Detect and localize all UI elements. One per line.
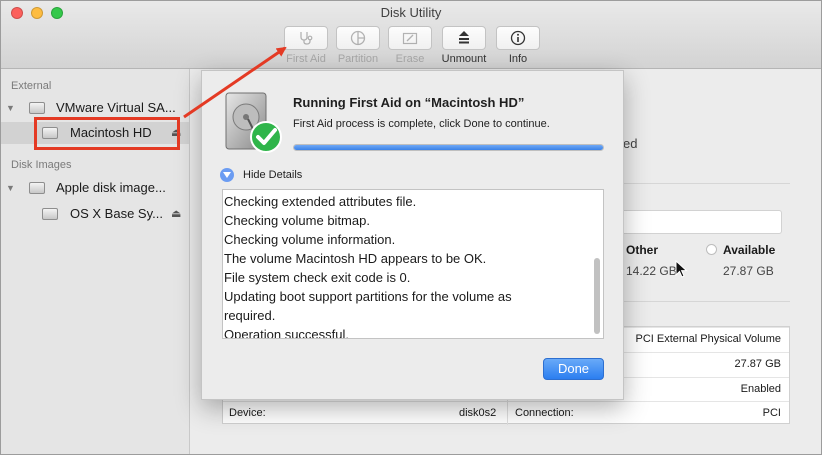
stethoscope-icon	[300, 32, 313, 45]
other-value: 14.22 GB	[626, 264, 677, 278]
log-line: Checking volume bitmap.	[224, 213, 370, 228]
other-label: Other	[626, 243, 659, 257]
sidebar-item-os-x-base-system[interactable]: OS X Base Sy... ⏏	[1, 203, 189, 225]
log-line: required.	[224, 308, 276, 323]
log-line: The volume Macintosh HD appears to be OK…	[224, 251, 487, 266]
info-table-row: Device: disk0s2 Connection: PCI	[223, 401, 789, 424]
sidebar-item-label: VMware Virtual SA...	[56, 100, 176, 115]
info-value: 27.87 GB	[734, 358, 781, 370]
done-button[interactable]: Done	[543, 358, 604, 380]
unmount-icon	[459, 31, 469, 44]
sheet-subtitle: First Aid process is complete, click Don…	[293, 118, 550, 130]
sheet-title: Running First Aid on “Macintosh HD”	[293, 95, 525, 110]
volume-icon	[42, 208, 58, 220]
hard-drive-check-icon	[225, 92, 282, 153]
first-aid-sheet: Running First Aid on “Macintosh HD” Firs…	[201, 70, 624, 400]
info-label: Connection:	[515, 407, 574, 419]
log-line: File system check exit code is 0.	[224, 270, 411, 285]
sidebar-item-vmware-disk[interactable]: ▼ VMware Virtual SA...	[1, 97, 189, 119]
log-line: Operation successful.	[224, 327, 350, 339]
usage-bar	[621, 210, 782, 234]
log-line: Checking extended attributes file.	[224, 194, 417, 209]
unmount-button[interactable]	[442, 26, 486, 50]
info-value: Enabled	[740, 383, 781, 395]
info-icon	[510, 30, 526, 46]
log-scrollbar[interactable]	[594, 258, 600, 334]
available-label: Available	[723, 243, 776, 257]
sidebar-item-label: Apple disk image...	[56, 180, 166, 195]
disclosure-triangle-icon[interactable]: ▼	[6, 103, 15, 113]
drive-icon	[29, 102, 45, 114]
info-button[interactable]	[496, 26, 540, 50]
divider	[623, 183, 790, 184]
info-value: PCI	[762, 407, 781, 419]
log-lines: Checking extended attributes file. Checki…	[224, 192, 589, 339]
progress-bar-fill	[294, 145, 603, 150]
first-aid-label: First Aid	[286, 53, 326, 65]
disclosure-triangle-icon[interactable]	[220, 168, 234, 182]
title-bar: Disk Utility First Aid Partition Erase U…	[1, 1, 821, 69]
eject-icon[interactable]: ⏏	[171, 207, 181, 220]
erase-button[interactable]	[388, 26, 432, 50]
first-aid-button[interactable]	[284, 26, 328, 50]
background-partial-text: ed	[623, 136, 638, 151]
partition-label: Partition	[337, 53, 379, 65]
details-log[interactable]: Checking extended attributes file. Checki…	[222, 189, 604, 339]
sidebar-item-apple-disk-image[interactable]: ▼ Apple disk image...	[1, 177, 189, 199]
erase-tool[interactable]: Erase	[387, 26, 433, 65]
sidebar-header-external: External	[11, 80, 52, 92]
hide-details-toggle[interactable]: Hide Details	[220, 167, 302, 183]
sidebar-header-disk-images: Disk Images	[11, 159, 72, 171]
log-line: Updating boot support partitions for the…	[224, 289, 512, 304]
divider	[623, 301, 790, 302]
log-line: Checking volume information.	[224, 232, 396, 247]
available-swatch	[706, 244, 717, 255]
info-value: PCI External Physical Volume	[635, 333, 781, 345]
progress-bar	[293, 144, 604, 151]
info-value: disk0s2	[459, 407, 497, 419]
erase-pencil-icon	[402, 32, 418, 45]
hide-details-label: Hide Details	[243, 169, 303, 181]
partition-pie-icon	[350, 30, 366, 46]
partition-button[interactable]	[336, 26, 380, 50]
info-label: Device:	[229, 407, 266, 419]
mouse-cursor-icon	[675, 260, 688, 278]
partition-tool[interactable]: Partition	[335, 26, 381, 65]
disk-utility-window: Disk Utility First Aid Partition Erase U…	[0, 0, 822, 455]
unmount-tool[interactable]: Unmount	[441, 26, 487, 65]
sidebar-item-label: OS X Base Sy...	[70, 206, 163, 221]
annotation-highlight-box	[34, 117, 180, 150]
available-value: 27.87 GB	[723, 264, 774, 278]
info-label: Info	[508, 53, 528, 65]
info-tool[interactable]: Info	[495, 26, 541, 65]
erase-label: Erase	[395, 53, 425, 65]
disclosure-triangle-icon[interactable]: ▼	[6, 183, 15, 193]
window-title: Disk Utility	[380, 5, 442, 20]
unmount-label: Unmount	[441, 53, 487, 65]
drive-icon	[29, 182, 45, 194]
first-aid-tool[interactable]: First Aid	[283, 26, 329, 65]
